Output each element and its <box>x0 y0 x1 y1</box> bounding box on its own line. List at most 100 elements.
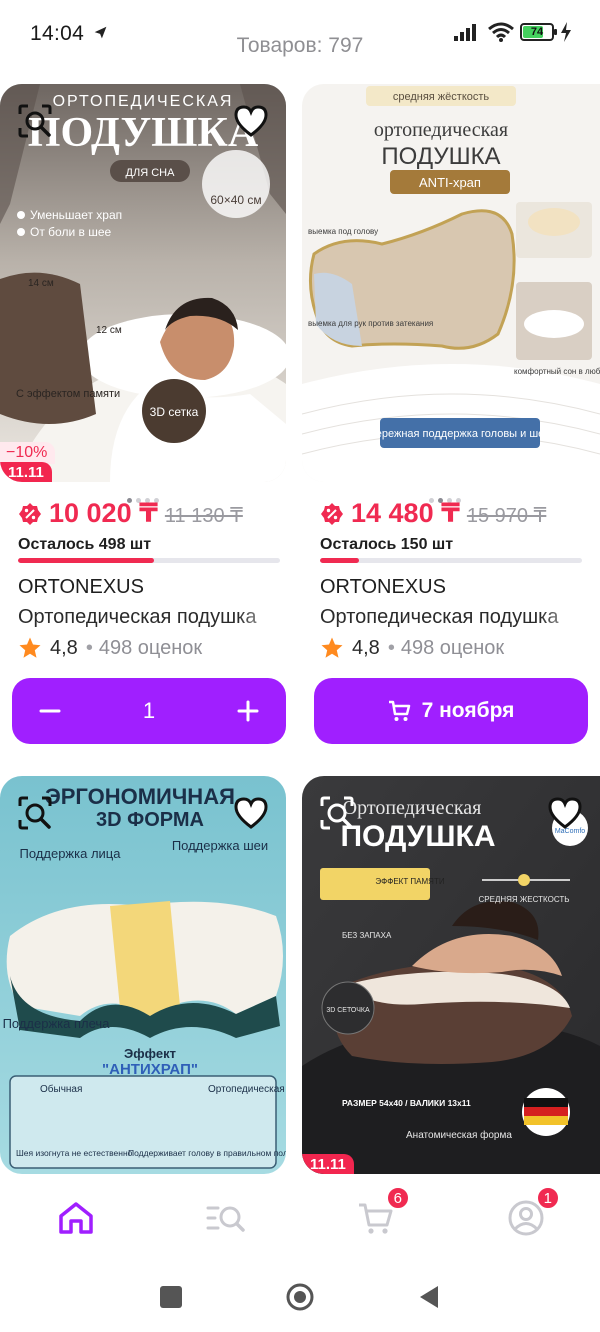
image-text: средняя жёсткость <box>393 91 490 103</box>
delivery-date: 7 ноября <box>421 699 515 722</box>
image-text: Ортопедическая <box>343 797 482 819</box>
product-image[interactable]: MaComfo Ортопедическая ПОДУШКА ЭФФЕКТ ПА… <box>302 776 600 1174</box>
image-text: Обычная <box>40 1083 82 1095</box>
image-text: 3D СЕТОЧКА <box>326 1007 370 1014</box>
photo-search-icon[interactable] <box>318 794 356 832</box>
image-text: 3D ФОРМА <box>96 809 204 831</box>
quantity-value: 1 <box>142 698 156 723</box>
image-text: ДЛЯ СНА <box>126 167 176 179</box>
items-count: Товаров: 797 <box>236 34 364 57</box>
image-text: бережная поддержка головы и шеи <box>370 428 551 440</box>
product-image[interactable]: ЭРГОНОМИЧНАЯ 3D ФОРМА Поддержка лица Под… <box>0 776 286 1174</box>
image-text: 3D сетка <box>150 405 199 419</box>
rating-separator: • <box>387 636 395 659</box>
rating-separator: • <box>85 636 93 659</box>
review-count: 498 оценок <box>400 636 505 659</box>
photo-search-icon[interactable] <box>16 794 54 832</box>
image-text: Поддерживает голову в правильном положен… <box>128 1148 286 1158</box>
system-navigation-bar <box>0 1262 600 1332</box>
price-row: 14 480 ₸ 15 970 ₸ <box>320 498 546 529</box>
profile-nav-item[interactable]: 1 <box>506 1186 560 1238</box>
quantity-stepper[interactable]: 1 <box>12 678 286 744</box>
cart-count-badge: 6 <box>385 1186 410 1210</box>
image-text: Поддержка шеи <box>172 838 268 853</box>
image-text: БЕЗ ЗАПАХА <box>342 931 392 940</box>
back-button-icon[interactable] <box>414 1282 444 1312</box>
image-text: Поддержка плеча <box>3 1016 111 1031</box>
catalog-search-icon[interactable] <box>206 1198 246 1238</box>
image-text: ЭРГОНОМИЧНАЯ <box>45 784 235 809</box>
rating-row: 4,8 • 498 оценок <box>18 636 202 660</box>
product-image[interactable]: ОРТОПЕДИЧЕСКАЯ ПОДУШКА ДЛЯ СНА 60×40 см … <box>0 84 286 482</box>
minus-icon[interactable] <box>36 697 64 725</box>
discount-percent-icon <box>19 502 41 525</box>
image-text: ПОДУШКА <box>28 110 259 156</box>
home-icon[interactable] <box>56 1198 96 1238</box>
image-text: Эффект <box>124 1046 176 1061</box>
discount-percent-icon <box>321 502 343 525</box>
promo-badge: 11.11 <box>302 1154 354 1174</box>
recent-apps-icon[interactable] <box>156 1282 186 1312</box>
profile-notification-badge: 1 <box>535 1186 560 1210</box>
favorite-heart-icon[interactable] <box>232 794 270 832</box>
stock-fill <box>320 558 360 563</box>
image-text: 14 см <box>28 278 54 289</box>
product-title[interactable]: Ортопедическая подушка <box>320 606 588 629</box>
discount-badge: −10% <box>0 442 56 464</box>
image-text: выемка для рук против затекания <box>308 319 433 328</box>
photo-search-icon[interactable] <box>16 102 54 140</box>
bottom-navigation: 6 1 <box>0 1180 600 1258</box>
star-icon <box>321 637 343 658</box>
star-icon <box>19 637 41 658</box>
image-text: 12 см <box>96 325 122 336</box>
product-image[interactable]: средняя жёсткость ортопедическая ПОДУШКА… <box>302 84 600 482</box>
rating-value: 4,8 <box>352 636 380 659</box>
brand-name[interactable]: ORTONEXUS <box>320 576 446 599</box>
cart-nav-item[interactable]: 6 <box>356 1186 410 1238</box>
price-row: 10 020 ₸ 11 130 ₸ <box>18 498 243 529</box>
product-title[interactable]: Ортопедическая подушка <box>18 606 286 629</box>
image-text: РАЗМЕР 54х40 / ВАЛИКИ 13х11 <box>342 1098 471 1108</box>
stock-bar <box>320 558 582 563</box>
add-to-cart-button[interactable]: 7 ноября <box>314 678 588 744</box>
image-text: ортопедическая <box>374 119 508 141</box>
stock-left: Осталось 150 шт <box>320 536 454 553</box>
image-text: СРЕДНЯЯ ЖЕСТКОСТЬ <box>479 895 570 904</box>
image-text: комфортный сон в любом положении <box>514 367 600 376</box>
image-text: Ортопедическая <box>208 1084 285 1095</box>
promo-badge: 11.11 <box>0 462 52 482</box>
image-text: Анатомическая форма <box>406 1129 512 1141</box>
image-text: "АНТИХРАП" <box>102 1061 198 1078</box>
image-text: 60×40 см <box>210 193 261 207</box>
rating-row: 4,8 • 498 оценок <box>320 636 504 660</box>
review-count: 498 оценок <box>98 636 203 659</box>
product-photo: средняя жёсткость ортопедическая ПОДУШКА… <box>302 84 600 482</box>
old-price: 11 130 ₸ <box>164 505 243 527</box>
image-text: ПОДУШКА <box>381 143 500 170</box>
plus-icon[interactable] <box>234 697 262 725</box>
image-text: С эффектом памяти <box>16 388 120 400</box>
stock-fill <box>18 558 155 563</box>
image-text: Шея изогнута не естественно <box>16 1148 133 1158</box>
product-photo: ОРТОПЕДИЧЕСКАЯ ПОДУШКА ДЛЯ СНА 60×40 см … <box>0 84 286 482</box>
image-text: выемка под голову <box>308 227 378 236</box>
product-photo: ЭРГОНОМИЧНАЯ 3D ФОРМА Поддержка лица Под… <box>0 776 286 1174</box>
stock-left: Осталось 498 шт <box>18 536 152 553</box>
image-text: От боли в шее <box>30 225 111 239</box>
price: 14 480 ₸ <box>351 498 460 528</box>
product-photo: MaComfo Ортопедическая ПОДУШКА ЭФФЕКТ ПА… <box>302 776 600 1174</box>
brand-name[interactable]: ORTONEXUS <box>18 576 144 599</box>
image-text: Уменьшает храп <box>30 208 122 222</box>
price: 10 020 ₸ <box>49 498 158 528</box>
home-button-icon[interactable] <box>285 1282 315 1312</box>
favorite-heart-icon[interactable] <box>546 794 584 832</box>
stock-bar <box>18 558 280 563</box>
image-text: Поддержка лица <box>20 846 122 861</box>
image-text: ANTI-храп <box>419 175 481 190</box>
favorite-heart-icon[interactable] <box>232 102 270 140</box>
status-bar: 14:04 74 Товаров: 797 <box>0 0 600 72</box>
old-price: 15 970 ₸ <box>466 505 547 527</box>
image-text: ОРТОПЕДИЧЕСКАЯ <box>53 93 234 110</box>
cart-icon <box>388 700 410 721</box>
image-text: ЭФФЕКТ ПАМЯТИ <box>375 877 444 886</box>
